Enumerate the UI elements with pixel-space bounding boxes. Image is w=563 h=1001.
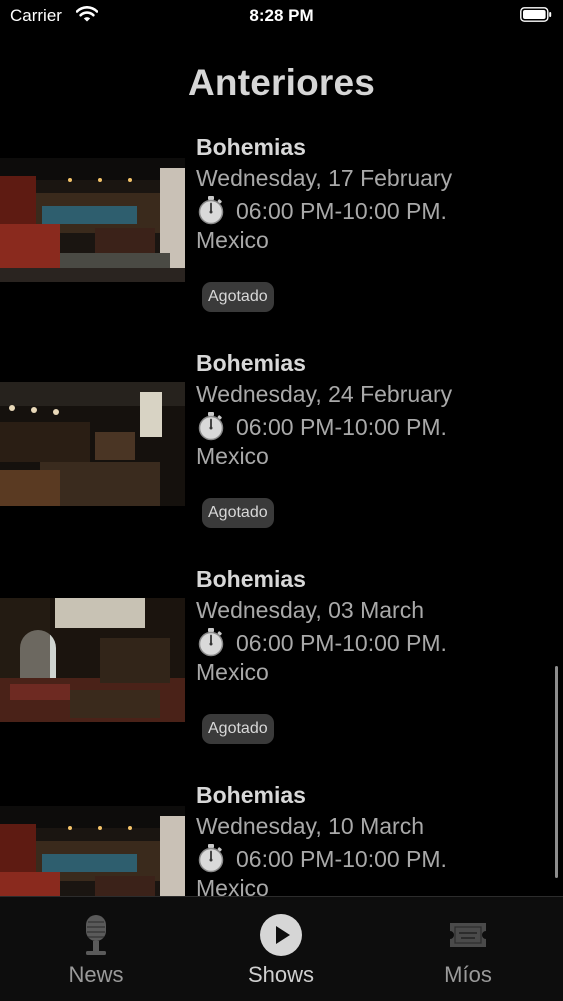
event-time: 06:00 PM-10:00 PM. — [196, 843, 447, 875]
event-card[interactable]: Bohemias Wednesday, 10 March 06:00 PM-10… — [0, 774, 563, 896]
event-time: 06:00 PM-10:00 PM. — [196, 195, 447, 227]
ticket-icon — [450, 923, 486, 947]
event-photo — [0, 806, 185, 896]
sold-out-badge: Agotado — [202, 282, 274, 312]
event-location: Mexico — [196, 875, 269, 896]
microphone-icon — [86, 915, 106, 955]
event-time: 06:00 PM-10:00 PM. — [196, 627, 447, 659]
event-title: Bohemias — [196, 782, 306, 808]
event-time-text: 06:00 PM-10:00 PM. — [236, 198, 447, 224]
tab-label: Míos — [444, 962, 492, 987]
event-time-text: 06:00 PM-10:00 PM. — [236, 630, 447, 656]
tab-label: Shows — [247, 962, 315, 987]
tab-label: News — [68, 962, 124, 987]
stopwatch-icon — [198, 412, 224, 441]
event-date: Wednesday, 17 February — [196, 165, 453, 191]
event-title: Bohemias — [196, 566, 306, 592]
status-bar: Carrier 8:28 PM — [0, 0, 563, 34]
event-list[interactable]: Bohemias Wednesday, 17 February 06:00 PM… — [0, 126, 563, 896]
sold-out-badge: Agotado — [202, 714, 274, 744]
event-time-text: 06:00 PM-10:00 PM. — [236, 846, 447, 872]
event-location: Mexico — [196, 227, 269, 253]
play-icon — [260, 914, 302, 956]
event-date: Wednesday, 10 March — [196, 813, 424, 839]
stopwatch-icon — [198, 844, 224, 873]
event-title: Bohemias — [196, 134, 306, 160]
stopwatch-icon — [198, 628, 224, 657]
event-title: Bohemias — [196, 350, 306, 376]
page-title: Anteriores — [187, 62, 376, 103]
event-card[interactable]: Bohemias Wednesday, 24 February 06:00 PM… — [0, 342, 563, 558]
sold-out-badge: Agotado — [202, 498, 274, 528]
stopwatch-icon — [198, 196, 224, 225]
tab-shows[interactable]: Shows — [201, 897, 361, 1001]
event-time-text: 06:00 PM-10:00 PM. — [236, 414, 447, 440]
event-location: Mexico — [196, 659, 269, 685]
tab-mios[interactable]: Míos — [388, 897, 548, 1001]
event-photo — [0, 598, 185, 722]
tab-news[interactable]: News — [16, 897, 176, 1001]
event-card[interactable]: Bohemias Wednesday, 17 February 06:00 PM… — [0, 126, 563, 342]
tab-bar: News Shows Míos — [0, 896, 563, 1001]
battery-icon — [520, 7, 552, 22]
event-date: Wednesday, 24 February — [196, 381, 453, 407]
event-date: Wednesday, 03 March — [196, 597, 424, 623]
event-photo — [0, 158, 185, 282]
event-card[interactable]: Bohemias Wednesday, 03 March 06:00 PM-10… — [0, 558, 563, 774]
event-time: 06:00 PM-10:00 PM. — [196, 411, 447, 443]
event-photo — [0, 382, 185, 506]
scroll-indicator[interactable] — [555, 666, 558, 878]
status-time: 8:28 PM — [249, 6, 314, 25]
event-location: Mexico — [196, 443, 269, 469]
